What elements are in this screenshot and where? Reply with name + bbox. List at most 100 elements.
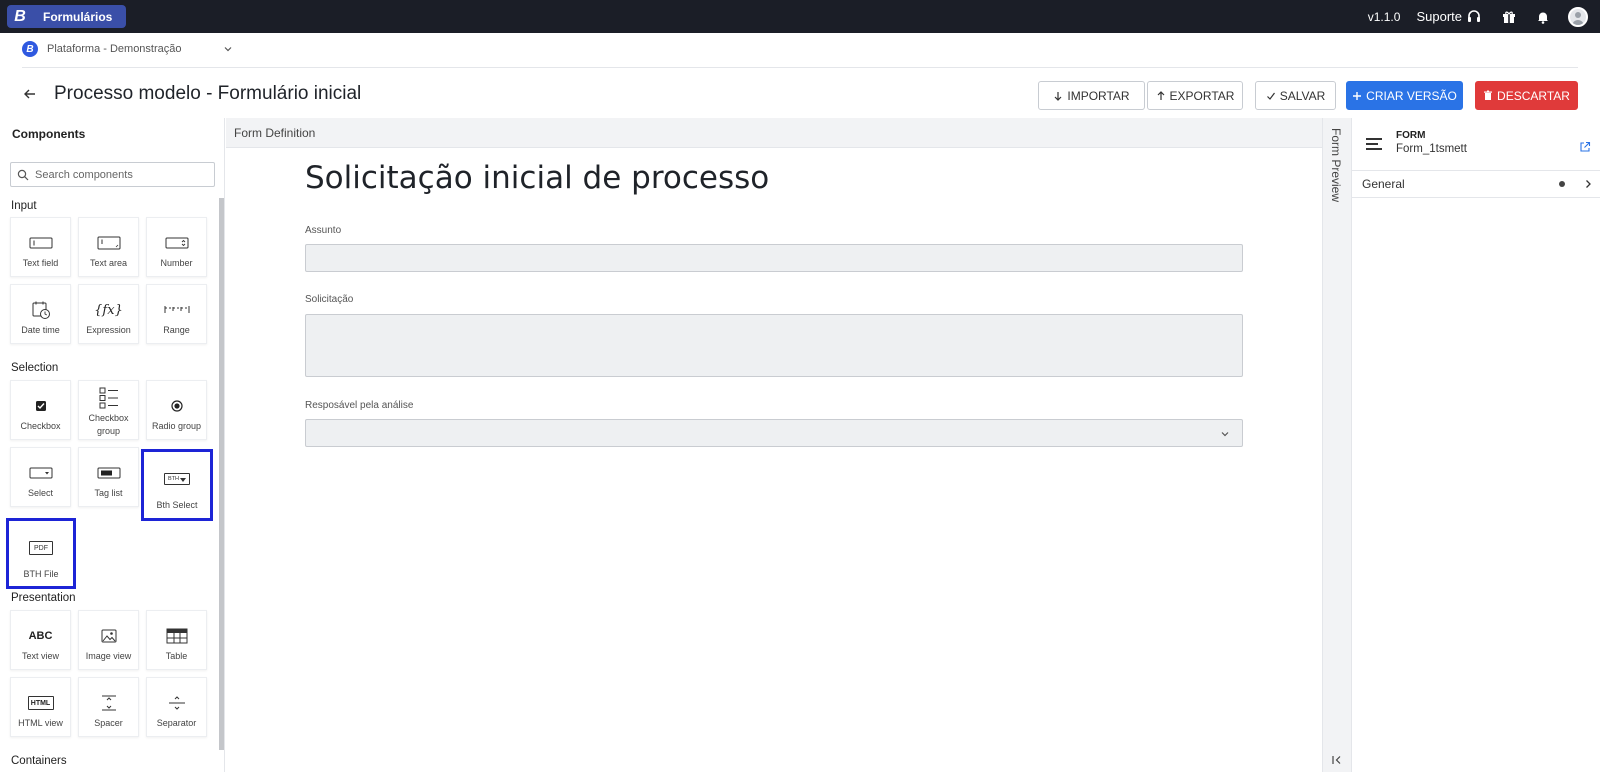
component-radio-group[interactable]: Radio group — [146, 380, 207, 440]
component-bth-file[interactable]: PDF BTH File — [6, 518, 76, 589]
component-checkbox[interactable]: Checkbox — [10, 380, 71, 440]
headset-icon — [1468, 9, 1480, 22]
form-lines-icon — [1366, 138, 1382, 150]
responsavel-select[interactable] — [305, 419, 1243, 447]
component-number[interactable]: Number — [146, 217, 207, 277]
component-label: Text field — [22, 258, 59, 268]
components-title: Components — [12, 127, 86, 141]
platform-name: Plataforma - Demonstração — [47, 43, 182, 55]
section-selection: Selection — [11, 362, 59, 374]
component-label: Date time — [21, 325, 60, 335]
create-version-button[interactable]: CRIAR VERSÃO — [1346, 81, 1463, 110]
app-brand[interactable]: B Formulários — [7, 5, 127, 28]
component-bth-select[interactable]: BTH Bth Select — [141, 449, 213, 521]
component-label: Text area — [89, 258, 128, 268]
table-icon — [166, 628, 187, 644]
search-input[interactable] — [35, 168, 205, 181]
component-spacer[interactable]: Spacer — [78, 677, 139, 737]
form-preview-strip[interactable] — [1322, 118, 1352, 772]
component-label: Number — [160, 258, 193, 268]
caret-down-icon — [180, 478, 186, 482]
support-button[interactable]: Suporte — [1416, 9, 1482, 25]
create-version-label: CRIAR VERSÃO — [1366, 88, 1457, 103]
check-icon — [1266, 92, 1275, 100]
trash-icon — [1484, 90, 1493, 100]
section-containers: Containers — [11, 755, 67, 767]
component-label: Image view — [85, 651, 132, 661]
form-preview-label[interactable]: Form Preview — [1329, 128, 1343, 202]
component-search[interactable] — [10, 162, 215, 187]
component-range[interactable]: Range — [146, 284, 207, 344]
component-label: Bth Select — [156, 500, 198, 510]
save-button[interactable]: SALVAR — [1255, 81, 1336, 110]
component-text-view[interactable]: ABC Text view — [10, 610, 71, 670]
top-right-actions: v1.1.0 Suporte — [1368, 0, 1600, 33]
field-label-responsavel: Resposável pela análise — [305, 400, 414, 411]
platform-logo: B — [22, 41, 38, 57]
form-title[interactable]: Solicitação inicial de processo — [305, 160, 769, 196]
component-text-field[interactable]: Text field — [10, 217, 71, 277]
solicitacao-textarea[interactable] — [305, 314, 1243, 377]
discard-button[interactable]: DESCARTAR — [1475, 81, 1578, 110]
form-definition-header: Form Definition — [226, 118, 1322, 148]
component-label: Text view — [21, 651, 59, 661]
export-button[interactable]: EXPORTAR — [1147, 81, 1243, 110]
component-label: Separator — [156, 718, 197, 728]
support-label: Suporte — [1416, 9, 1462, 24]
import-button[interactable]: IMPORTAR — [1038, 81, 1145, 110]
section-presentation: Presentation — [11, 592, 76, 604]
gift-icon[interactable] — [1500, 8, 1518, 26]
function-icon: {fx} — [94, 302, 123, 318]
back-arrow-icon[interactable] — [22, 86, 38, 102]
bth-select-icon: BTH — [168, 476, 179, 482]
component-image-view[interactable]: Image view — [78, 610, 139, 670]
assunto-input[interactable] — [305, 244, 1243, 272]
spacer-icon — [101, 695, 116, 711]
collapse-left-icon[interactable] — [1331, 754, 1343, 766]
export-label: EXPORTAR — [1169, 88, 1235, 103]
component-label: Select — [27, 488, 53, 498]
plus-icon — [1353, 91, 1362, 100]
component-checkbox-group[interactable]: Checkbox group — [78, 380, 139, 440]
top-bar: B Formulários v1.1.0 Suporte — [0, 0, 1600, 33]
component-table[interactable]: Table — [146, 610, 207, 670]
user-avatar[interactable] — [1568, 6, 1588, 27]
component-html-view[interactable]: HTML HTML view — [10, 677, 71, 737]
text-field-icon — [29, 237, 52, 249]
app-name: Formulários — [43, 9, 113, 24]
field-label-assunto: Assunto — [305, 225, 342, 236]
separator-icon — [168, 696, 185, 710]
component-tag-list[interactable]: Tag list — [78, 447, 139, 507]
form-id: Form_1tsmett — [1396, 143, 1467, 155]
text-view-icon: ABC — [28, 630, 53, 642]
field-label-solicitacao: Solicitação — [305, 294, 354, 305]
component-label: Range — [163, 325, 190, 335]
bell-icon[interactable] — [1534, 8, 1552, 26]
component-date-time[interactable]: Date time — [10, 284, 71, 344]
html-icon: HTML — [30, 699, 51, 707]
status-dot — [1559, 181, 1565, 187]
component-text-area[interactable]: Text area — [78, 217, 139, 277]
chevron-right-icon[interactable] — [1583, 179, 1593, 189]
properties-panel — [1352, 118, 1600, 772]
import-label: IMPORTAR — [1067, 88, 1130, 103]
discard-label: DESCARTAR — [1497, 88, 1570, 103]
component-select[interactable]: Select — [10, 447, 71, 507]
checkbox-icon — [35, 401, 46, 411]
component-expression[interactable]: {fx} Expression — [78, 284, 139, 344]
component-label: Tag list — [94, 488, 123, 498]
tag-list-icon — [97, 467, 120, 479]
component-label: Expression — [86, 325, 131, 335]
general-label: General — [1362, 177, 1405, 191]
platform-selector[interactable]: B Plataforma - Demonstração — [22, 40, 233, 58]
save-label: SALVAR — [1279, 88, 1326, 103]
chevron-down-icon — [1221, 432, 1229, 437]
component-separator[interactable]: Separator — [146, 677, 207, 737]
text-area-icon — [97, 236, 120, 250]
component-label: Checkbox group — [88, 413, 129, 436]
component-label: Checkbox — [20, 421, 61, 431]
component-label: Table — [165, 651, 188, 661]
external-link-icon[interactable] — [1579, 141, 1591, 153]
page-title: Processo modelo - Formulário inicial — [54, 83, 362, 104]
panel-scrollbar[interactable] — [219, 198, 224, 750]
